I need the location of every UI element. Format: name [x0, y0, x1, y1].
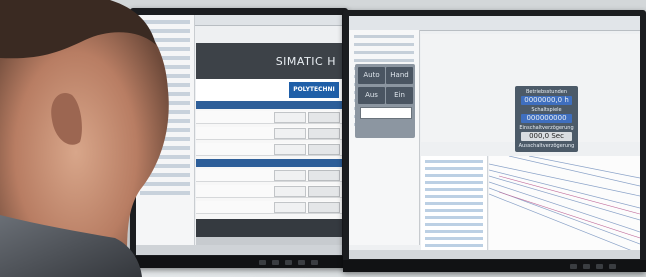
auto-button[interactable]: Auto: [358, 67, 385, 84]
trend-lines: [488, 155, 640, 255]
right-bezel: [343, 260, 646, 272]
hmi-screen: SIMATIC H POLYTECHNI: [196, 43, 342, 255]
polytechnik-logo: POLYTECHNI: [289, 82, 339, 98]
monitor-button[interactable]: [570, 264, 577, 269]
trend-view: [488, 155, 640, 256]
monitor-button[interactable]: [298, 260, 305, 265]
switch-cycles-value: 000000000: [521, 114, 572, 123]
counter-panel: Betriebsstunden 0000000,0 h Schaltspiele…: [515, 86, 578, 152]
off-delay-label: Ausschaltverzögerung: [518, 143, 575, 149]
operating-hours-value: 0000000,0 h: [521, 96, 572, 105]
monitor-button[interactable]: [583, 264, 590, 269]
on-delay-value[interactable]: 000,0 Sec: [521, 132, 572, 141]
aus-button[interactable]: Aus: [358, 87, 385, 104]
right-monitor: Auto Hand Aus Ein Betriebsstunden 000000…: [343, 10, 646, 272]
left-taskbar: [136, 245, 342, 255]
left-bezel: [130, 256, 348, 268]
monitor-button[interactable]: [259, 260, 266, 265]
ein-button[interactable]: Ein: [386, 87, 413, 104]
monitor-button[interactable]: [311, 260, 318, 265]
ear: [51, 92, 82, 145]
hmi-title: SIMATIC H: [275, 55, 336, 68]
table-header: [196, 159, 342, 167]
on-delay-label: Einschaltverzögerung: [519, 125, 574, 131]
photo-scene: SIMATIC H POLYTECHNI Auto Hand Aus Ein B…: [0, 0, 646, 277]
hmi-logo-area: POLYTECHNI: [196, 79, 342, 101]
hmi-table: [196, 101, 342, 217]
value-input[interactable]: [360, 107, 412, 119]
hmi-header: SIMATIC H: [196, 43, 342, 79]
right-screen: Auto Hand Aus Ein Betriebsstunden 000000…: [349, 16, 640, 259]
monitor-button[interactable]: [609, 264, 616, 269]
table-row: [196, 185, 342, 198]
table-row: [196, 127, 342, 140]
table-row: [196, 169, 342, 182]
mode-faceplate: Auto Hand Aus Ein: [355, 64, 415, 138]
monitor-button[interactable]: [272, 260, 279, 265]
right-taskbar: [349, 250, 640, 259]
left-project-tree: [136, 15, 195, 255]
table-row: [196, 111, 342, 124]
table-header: [196, 101, 342, 109]
left-screen: SIMATIC H POLYTECHNI: [136, 15, 342, 255]
shirt: [0, 215, 142, 277]
monitor-button[interactable]: [285, 260, 292, 265]
left-monitor: SIMATIC H POLYTECHNI: [130, 8, 348, 268]
variable-list: [421, 156, 488, 256]
hand-button[interactable]: Hand: [386, 67, 413, 84]
switch-cycles-label: Schaltspiele: [531, 107, 562, 113]
table-row: [196, 201, 342, 214]
operating-hours-label: Betriebsstunden: [525, 89, 568, 95]
monitor-button[interactable]: [596, 264, 603, 269]
right-toolbar: [349, 16, 640, 31]
table-row: [196, 143, 342, 156]
hmi-footer-dark: [196, 219, 342, 237]
